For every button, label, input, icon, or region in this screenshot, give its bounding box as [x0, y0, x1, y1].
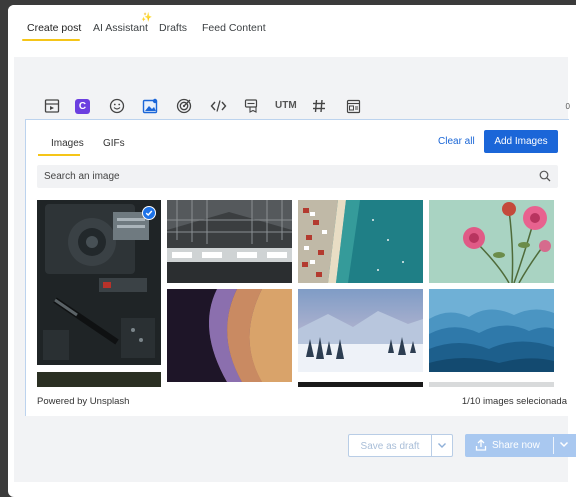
search-input[interactable]: Search an image	[44, 171, 120, 182]
add-images-button[interactable]: Add Images	[484, 130, 558, 153]
target-icon[interactable]	[175, 97, 193, 115]
image-thumbnail-canyon[interactable]	[167, 289, 292, 382]
top-tabs: Create post AI Assistant ✨ Drafts Feed C…	[8, 5, 576, 51]
tab-drafts[interactable]: Drafts	[159, 22, 187, 34]
canva-icon[interactable]: C	[75, 99, 90, 114]
tab-feed-content[interactable]: Feed Content	[202, 22, 266, 34]
unsplash-attribution: Powered by Unsplash	[37, 396, 130, 407]
tab-ai-assistant[interactable]: AI Assistant	[93, 22, 148, 34]
image-grid	[37, 200, 558, 387]
active-tab-indicator	[22, 39, 80, 41]
chevron-down-icon[interactable]	[437, 440, 447, 450]
image-search-field[interactable]: Search an image	[37, 165, 558, 188]
image-picker: Images GIFs Clear all Add Images Search …	[25, 119, 569, 416]
image-picker-icon[interactable]	[141, 97, 159, 115]
image-thumbnail-snow[interactable]	[298, 289, 423, 372]
preview-icon[interactable]	[344, 97, 362, 115]
signature-icon[interactable]	[243, 97, 261, 115]
clear-all-link[interactable]: Clear all	[438, 136, 475, 147]
share-now-label: Share now	[492, 440, 540, 451]
image-thumbnail-station[interactable]	[167, 200, 292, 283]
save-as-draft-label: Save as draft	[360, 441, 420, 452]
image-thumbnail-beach[interactable]	[298, 200, 423, 283]
button-divider	[553, 437, 554, 454]
utm-button[interactable]: UTM	[275, 100, 297, 111]
sparkle-icon: ✨	[141, 12, 153, 22]
character-count: 0	[565, 102, 570, 111]
image-thumbnail-flowers[interactable]	[429, 200, 554, 283]
image-thumbnail-partial[interactable]	[429, 378, 554, 387]
selected-check-icon	[142, 206, 156, 220]
chevron-down-icon[interactable]	[559, 439, 569, 449]
media-library-icon[interactable]	[43, 97, 61, 115]
picker-tab-images[interactable]: Images	[51, 138, 84, 149]
picker-tab-gifs[interactable]: GIFs	[103, 138, 125, 149]
button-divider	[431, 435, 432, 456]
save-as-draft-button[interactable]: Save as draft	[348, 434, 453, 457]
selection-count: 1/10 images selecionada	[461, 396, 567, 407]
share-now-button[interactable]: Share now	[465, 434, 576, 457]
image-thumbnail-partial[interactable]	[37, 372, 161, 387]
emoji-icon[interactable]	[108, 97, 126, 115]
search-icon[interactable]	[539, 170, 551, 182]
editor-toolbar: C UTM 0	[25, 95, 570, 119]
tab-create-post[interactable]: Create post	[27, 22, 81, 34]
image-thumbnail-mountains[interactable]	[429, 289, 554, 372]
hashtag-icon[interactable]	[310, 97, 328, 115]
code-icon[interactable]	[209, 97, 227, 115]
image-thumbnail-laptop[interactable]	[37, 200, 161, 365]
picker-tab-indicator	[38, 154, 80, 156]
share-icon	[475, 439, 487, 451]
image-thumbnail-partial[interactable]	[298, 378, 423, 387]
